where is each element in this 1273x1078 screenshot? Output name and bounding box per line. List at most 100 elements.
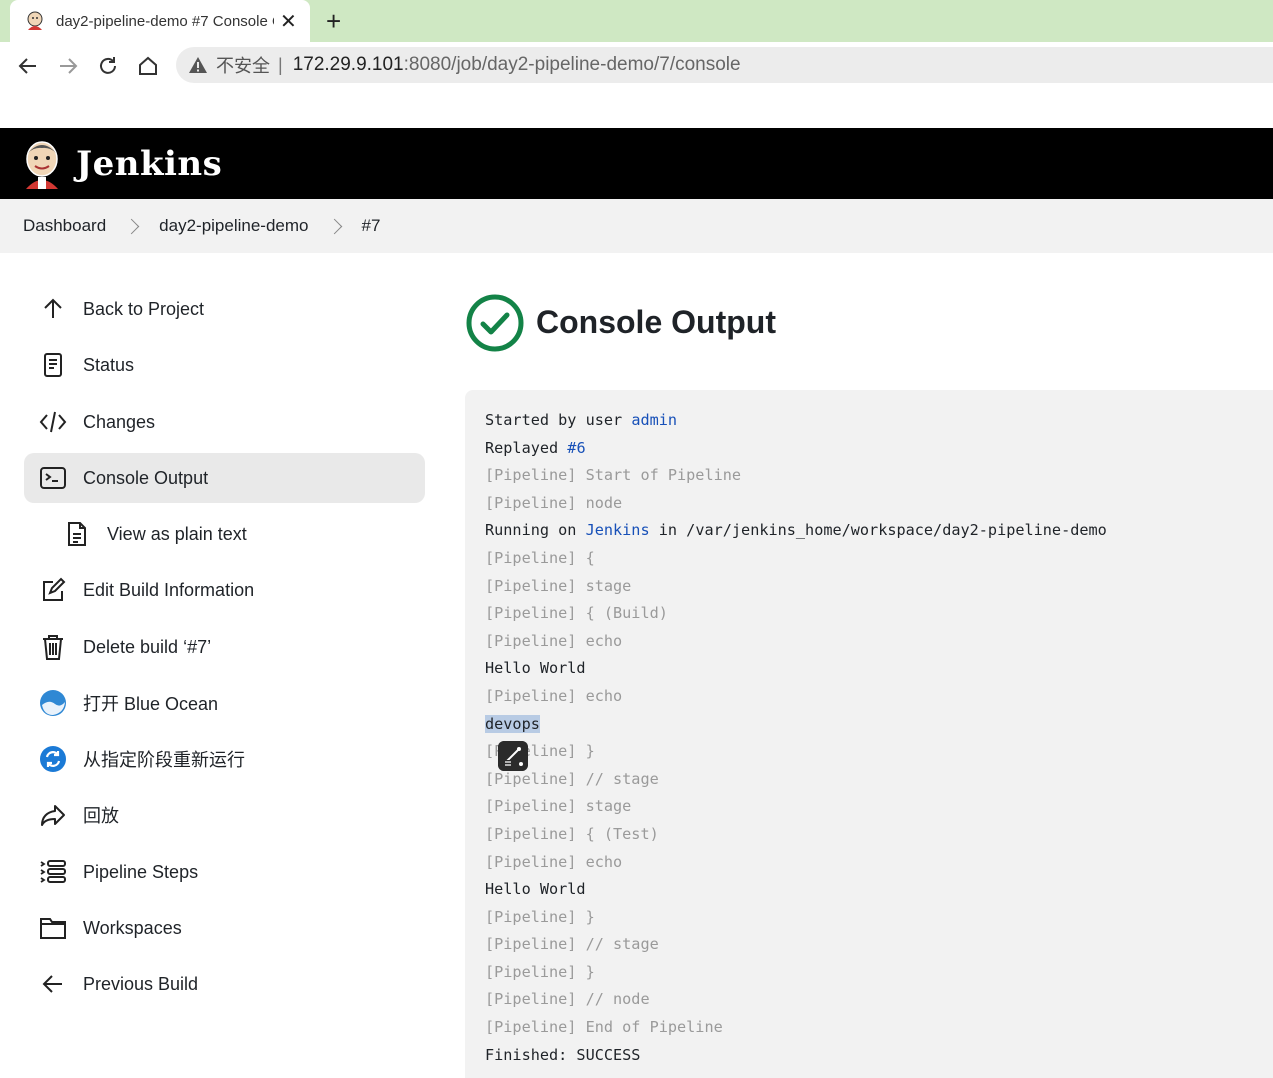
console-output-panel: Started by user admin Replayed #6 [Pipel… bbox=[465, 390, 1273, 1078]
chevron-right-icon bbox=[326, 218, 342, 234]
sidebar-item-open-blue-ocean[interactable]: 打开 Blue Ocean bbox=[24, 678, 425, 728]
back-arrow-icon[interactable] bbox=[14, 52, 42, 80]
console-line: [Pipeline] echo bbox=[485, 631, 623, 650]
console-line: [Pipeline] stage bbox=[485, 576, 632, 595]
console-line: Finished: SUCCESS bbox=[485, 1045, 641, 1064]
address-bar[interactable]: 不安全 | 172.29.9.101:8080/job/day2-pipelin… bbox=[176, 47, 1273, 83]
console-line: [Pipeline] stage bbox=[485, 797, 632, 816]
console-line: [Pipeline] { (Build) bbox=[485, 604, 668, 623]
url-path: :8080/job/day2-pipeline-demo/7/console bbox=[403, 54, 741, 75]
console-text: Started by user bbox=[485, 411, 632, 429]
console-line: [Pipeline] echo bbox=[485, 686, 623, 705]
console-line: [Pipeline] } bbox=[485, 907, 595, 926]
console-line: [Pipeline] End of Pipeline bbox=[485, 1018, 723, 1037]
jenkins-title[interactable]: Jenkins bbox=[76, 144, 222, 184]
sidebar-item-label: 从指定阶段重新运行 bbox=[83, 750, 245, 770]
user-link[interactable]: admin bbox=[631, 411, 677, 429]
console-line-replayed: Replayed #6 bbox=[485, 435, 1107, 463]
console-text: Replayed bbox=[485, 438, 568, 457]
sidebar-item-label: 回放 bbox=[83, 806, 119, 826]
jenkins-logo-icon[interactable] bbox=[22, 139, 62, 189]
warning-triangle-icon bbox=[189, 57, 207, 73]
breadcrumb-build[interactable]: #7 bbox=[362, 216, 381, 236]
sidebar-item-delete-build[interactable]: Delete build ‘#7’ bbox=[24, 622, 425, 672]
url-host: 172.29.9.101 bbox=[292, 54, 404, 75]
console-line: [Pipeline] Start of Pipeline bbox=[485, 466, 742, 485]
pipeline-steps-icon bbox=[38, 857, 68, 887]
sidebar-item-label: Console Output bbox=[83, 467, 209, 488]
browser-tab[interactable]: day2-pipeline-demo #7 Console Output ✕ bbox=[10, 0, 310, 42]
browser-toolbar: 不安全 | 172.29.9.101:8080/job/day2-pipelin… bbox=[0, 42, 1273, 128]
console-line: [Pipeline] node bbox=[485, 493, 623, 512]
folder-icon bbox=[38, 913, 68, 943]
console-line: [Pipeline] { bbox=[485, 548, 595, 567]
sidebar-item-label: Previous Build bbox=[83, 973, 199, 994]
not-secure-label: 不安全 bbox=[216, 56, 270, 76]
trash-icon bbox=[38, 632, 68, 662]
sidebar-item-label: Status bbox=[83, 354, 135, 375]
sidebar-item-label: Pipeline Steps bbox=[83, 861, 199, 882]
jenkins-header: Jenkins bbox=[0, 128, 1273, 199]
arrow-left-icon bbox=[38, 969, 68, 999]
chevron-right-icon bbox=[123, 218, 140, 234]
new-tab-plus-icon[interactable]: + bbox=[326, 8, 341, 34]
forward-arrow-icon[interactable] bbox=[54, 52, 82, 80]
sidebar-item-label: Changes bbox=[83, 411, 156, 432]
console-text: Running on bbox=[485, 521, 586, 540]
console-line: Hello World bbox=[485, 659, 586, 678]
home-icon[interactable] bbox=[134, 52, 162, 80]
console-line-running: Running on Jenkins in /var/jenkins_home/… bbox=[485, 517, 1107, 545]
breadcrumb-job[interactable]: day2-pipeline-demo bbox=[159, 216, 308, 236]
breadcrumb-dashboard[interactable]: Dashboard bbox=[23, 216, 106, 236]
sidebar-item-restart-from-stage[interactable]: 从指定阶段重新运行 bbox=[24, 734, 425, 784]
console-line: [Pipeline] // stage bbox=[485, 769, 659, 788]
console-text: in /var/jenkins_home/workspace/day2-pipe… bbox=[649, 521, 1107, 540]
ime-translate-icon[interactable] bbox=[498, 741, 528, 771]
sidebar-item-workspaces[interactable]: Workspaces bbox=[24, 903, 425, 953]
console-line: [Pipeline] } bbox=[485, 962, 595, 981]
omnibox-separator: | bbox=[278, 54, 283, 75]
console-line: [Pipeline] // stage bbox=[485, 935, 659, 954]
sidebar-item-label: Workspaces bbox=[83, 917, 182, 938]
console-line-selected[interactable]: devops bbox=[485, 711, 1107, 739]
console-line: [Pipeline] } bbox=[485, 742, 595, 761]
code-icon bbox=[38, 407, 68, 437]
console-line: [Pipeline] echo bbox=[485, 852, 623, 871]
edit-icon bbox=[38, 575, 68, 605]
sidebar-item-back-to-project[interactable]: Back to Project bbox=[24, 284, 425, 334]
sidebar-item-replay[interactable]: 回放 bbox=[24, 790, 425, 840]
sidebar-item-label: 打开 Blue Ocean bbox=[83, 694, 219, 714]
sidebar-item-previous-build[interactable]: Previous Build bbox=[24, 959, 425, 1009]
arrow-up-icon bbox=[38, 294, 68, 324]
sidebar-item-view-as-plain-text[interactable]: View as plain text bbox=[24, 509, 425, 559]
node-link[interactable]: Jenkins bbox=[586, 521, 650, 539]
console-log: Started by user admin Replayed #6 [Pipel… bbox=[485, 407, 1107, 1069]
restart-stage-icon bbox=[38, 744, 68, 774]
success-check-icon bbox=[466, 294, 524, 352]
tab-close-icon[interactable]: ✕ bbox=[280, 9, 297, 34]
blue-ocean-icon bbox=[38, 688, 68, 718]
sidebar-item-pipeline-steps[interactable]: Pipeline Steps bbox=[24, 847, 425, 897]
replay-icon bbox=[38, 800, 68, 830]
selected-text: devops bbox=[485, 714, 540, 733]
jenkins-favicon-icon bbox=[27, 11, 43, 30]
sidebar-item-status[interactable]: Status bbox=[24, 340, 425, 390]
sidebar-item-console-output[interactable]: Console Output bbox=[24, 453, 425, 503]
console-line: Hello World bbox=[485, 880, 586, 899]
sidebar-item-label: Back to Project bbox=[83, 298, 205, 319]
browser-tab-strip: day2-pipeline-demo #7 Console Output ✕ + bbox=[0, 0, 1273, 42]
console-line-started: Started by user admin bbox=[485, 407, 1107, 435]
console-line: [Pipeline] { (Test) bbox=[485, 824, 659, 843]
sidebar-item-label: Edit Build Information bbox=[83, 579, 255, 600]
sidebar-item-changes[interactable]: Changes bbox=[24, 397, 425, 447]
console-line: [Pipeline] // node bbox=[485, 990, 650, 1009]
sidebar-item-edit-build-information[interactable]: Edit Build Information bbox=[24, 565, 425, 615]
breadcrumb: Dashboard day2-pipeline-demo #7 bbox=[0, 199, 1273, 253]
sidebar-item-label: View as plain text bbox=[107, 523, 247, 544]
reload-icon[interactable] bbox=[94, 52, 122, 80]
page-title: Console Output bbox=[536, 304, 776, 340]
terminal-icon bbox=[38, 463, 68, 493]
tab-title: day2-pipeline-demo #7 Console Output bbox=[56, 12, 274, 30]
file-text-icon bbox=[62, 519, 92, 549]
replayed-build-link[interactable]: #6 bbox=[567, 439, 585, 457]
